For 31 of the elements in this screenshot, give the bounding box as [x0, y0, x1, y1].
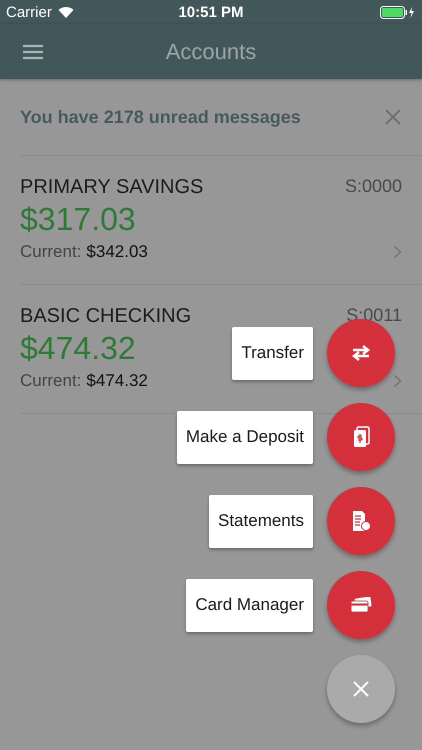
page-title: Accounts [166, 38, 256, 64]
action-label-button[interactable]: Statements [209, 494, 313, 548]
chevron-right-icon [393, 374, 402, 388]
clock: 10:51 PM [178, 4, 244, 20]
document-icon [351, 510, 371, 532]
current-balance: $342.03 [86, 242, 148, 262]
action-fab-button[interactable] [327, 571, 395, 639]
close-icon [353, 681, 369, 697]
wifi-icon [58, 6, 74, 18]
action-fab-button[interactable] [327, 403, 395, 471]
current-label: Current: [20, 242, 82, 262]
chevron-right-icon [393, 245, 402, 259]
account-balance: $317.03 [20, 201, 136, 238]
account-number: S:0000 [344, 176, 402, 198]
account-row[interactable]: PRIMARY SAVINGS S:0000 $317.03 Current: $342.03 [20, 156, 422, 285]
current-label: Current: [20, 371, 82, 391]
account-name: PRIMARY SAVINGS [20, 176, 204, 199]
carrier-label: Carrier [6, 4, 52, 20]
battery-icon [380, 6, 416, 18]
current-balance: $474.32 [86, 371, 148, 391]
credit-card-icon [350, 597, 372, 613]
account-balance: $474.32 [20, 330, 136, 367]
phone-dollar-icon [351, 426, 371, 448]
action-label-button[interactable]: Make a Deposit [176, 410, 313, 464]
action-fab-button[interactable] [327, 487, 395, 555]
account-name: BASIC CHECKING [20, 305, 192, 328]
action-label-button[interactable]: Card Manager [186, 578, 313, 632]
unread-messages-text: You have 2178 unread messages [20, 106, 301, 128]
menu-button[interactable] [22, 42, 44, 60]
swap-arrows-icon [351, 345, 371, 361]
action-label-button[interactable]: Transfer [232, 326, 313, 380]
